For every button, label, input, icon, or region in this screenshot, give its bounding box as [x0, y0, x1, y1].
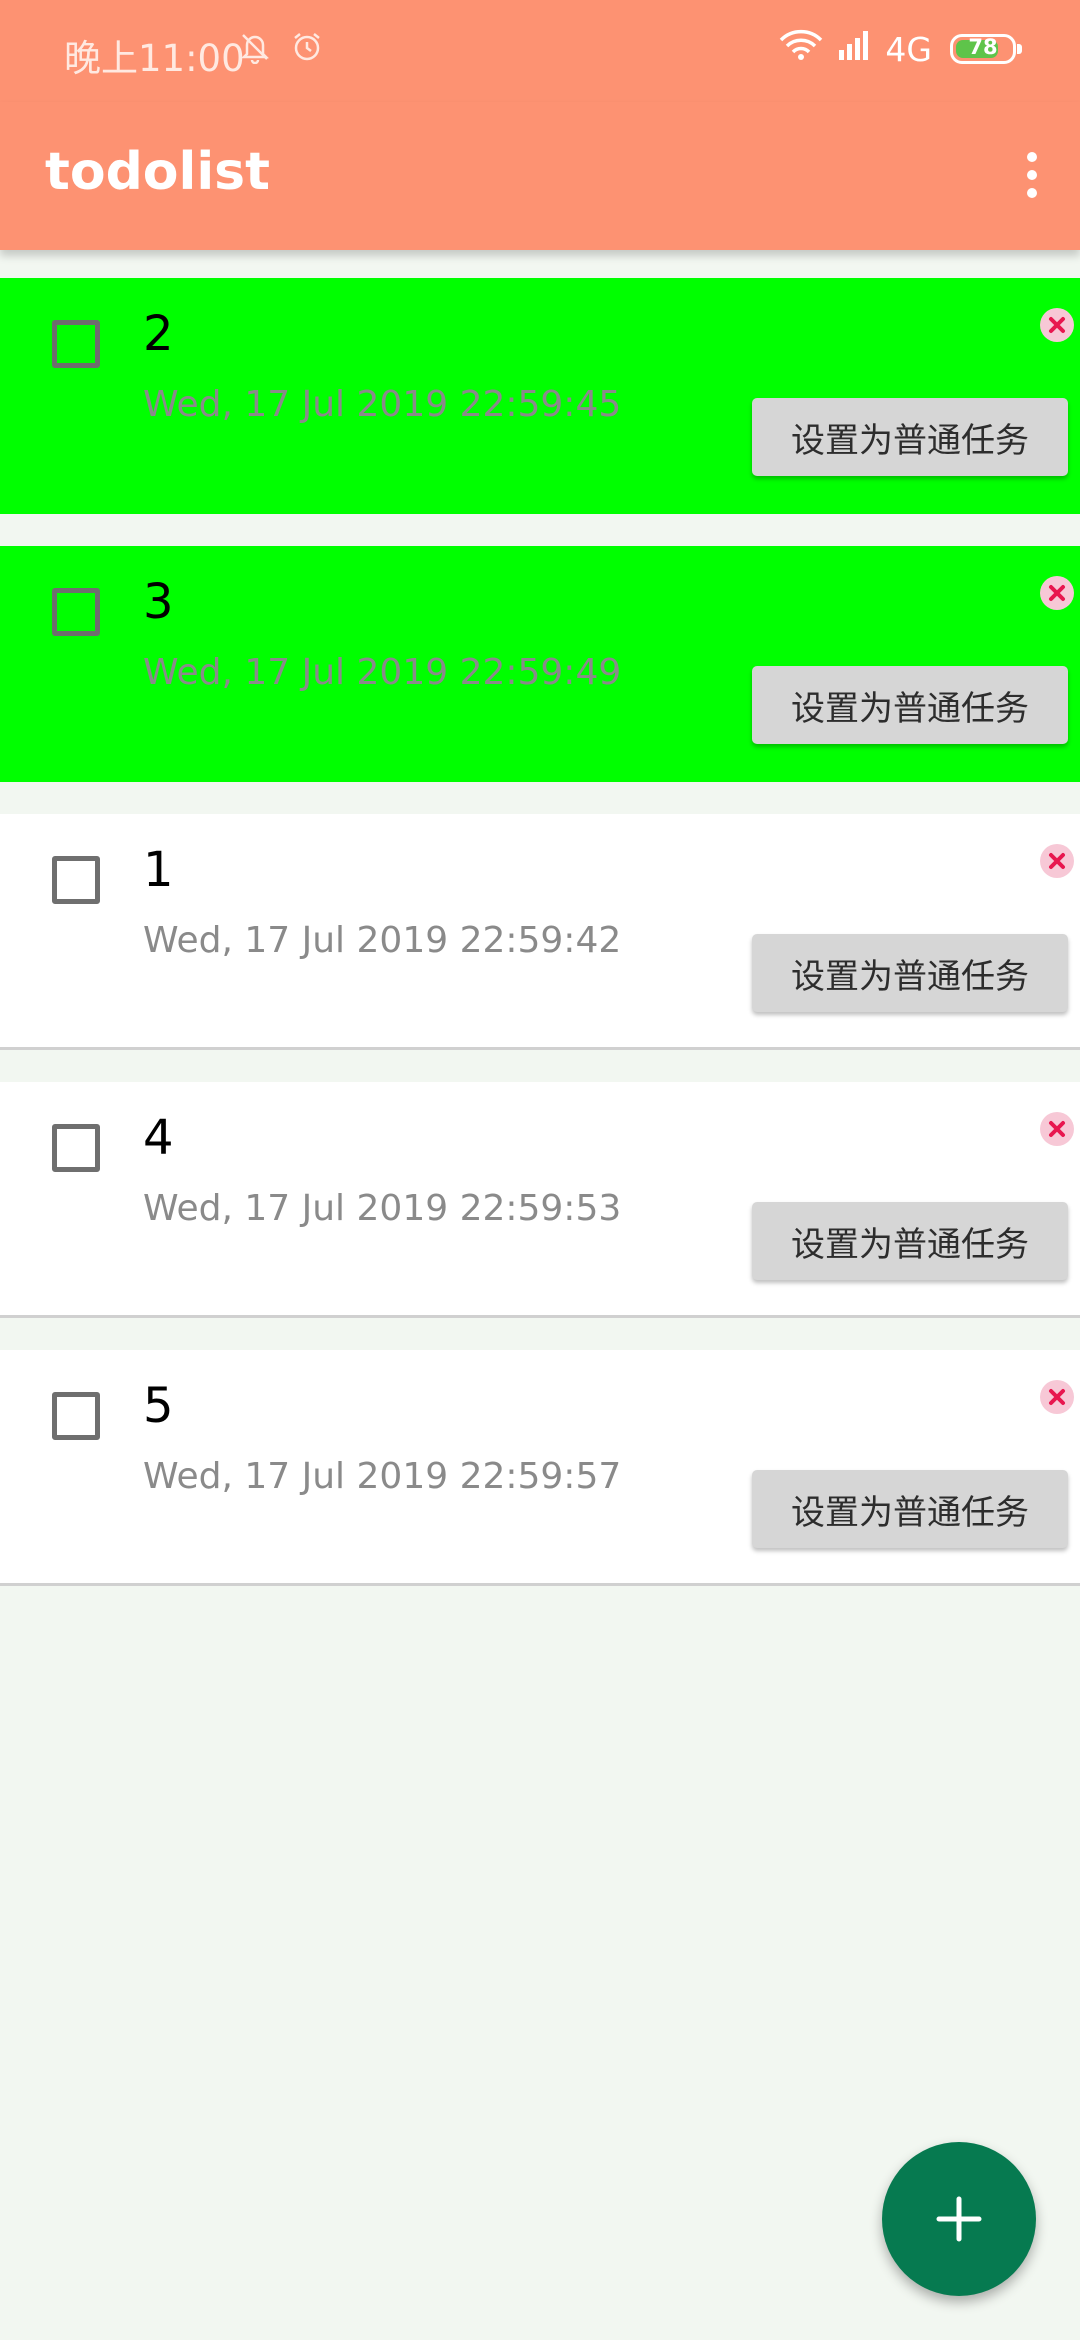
- task-timestamp: Wed, 17 Jul 2019 22:59:53: [143, 1188, 622, 1229]
- battery-icon: 78: [950, 34, 1022, 64]
- add-task-button[interactable]: [882, 2142, 1036, 2296]
- close-circle-icon[interactable]: [1040, 1380, 1074, 1414]
- task-item[interactable]: 1 Wed, 17 Jul 2019 22:59:42 设置为普通任务: [0, 814, 1080, 1050]
- task-timestamp: Wed, 17 Jul 2019 22:59:49: [143, 652, 622, 693]
- battery-level: 78: [968, 35, 998, 59]
- signal-icon: [835, 28, 875, 70]
- task-title: 4: [143, 1110, 174, 1166]
- close-circle-icon[interactable]: [1040, 576, 1074, 610]
- app-bar: todolist: [0, 102, 1080, 250]
- task-item[interactable]: 2 Wed, 17 Jul 2019 22:59:45 设置为普通任务: [0, 278, 1080, 514]
- close-circle-icon[interactable]: [1040, 308, 1074, 342]
- task-timestamp: Wed, 17 Jul 2019 22:59:45: [143, 384, 622, 425]
- task-item[interactable]: 3 Wed, 17 Jul 2019 22:59:49 设置为普通任务: [0, 546, 1080, 782]
- task-checkbox[interactable]: [52, 320, 100, 368]
- status-left-icons: [238, 30, 324, 68]
- task-item[interactable]: 5 Wed, 17 Jul 2019 22:59:57 设置为普通任务: [0, 1350, 1080, 1586]
- wifi-icon: [777, 28, 825, 70]
- task-title: 2: [143, 306, 174, 362]
- task-checkbox[interactable]: [52, 588, 100, 636]
- set-normal-task-button[interactable]: 设置为普通任务: [752, 666, 1068, 744]
- set-normal-task-button[interactable]: 设置为普通任务: [752, 398, 1068, 476]
- task-timestamp: Wed, 17 Jul 2019 22:59:57: [143, 1456, 622, 1497]
- task-list: 2 Wed, 17 Jul 2019 22:59:45 设置为普通任务 3 We…: [0, 278, 1080, 1618]
- alarm-icon: [290, 30, 324, 68]
- set-normal-task-button[interactable]: 设置为普通任务: [752, 1470, 1068, 1548]
- app-title: todolist: [45, 142, 270, 202]
- more-vert-icon[interactable]: [1020, 148, 1044, 202]
- set-normal-task-button[interactable]: 设置为普通任务: [752, 934, 1068, 1012]
- status-right: 4G 78: [777, 28, 1022, 70]
- status-bar: 晚上11:00 4G 78: [0, 0, 1080, 102]
- task-title: 3: [143, 574, 174, 630]
- plus-icon: [936, 2196, 982, 2242]
- set-normal-task-button[interactable]: 设置为普通任务: [752, 1202, 1068, 1280]
- task-timestamp: Wed, 17 Jul 2019 22:59:42: [143, 920, 622, 961]
- bell-off-icon: [238, 30, 272, 68]
- task-item[interactable]: 4 Wed, 17 Jul 2019 22:59:53 设置为普通任务: [0, 1082, 1080, 1318]
- task-title: 1: [143, 842, 174, 898]
- status-time: 晚上11:00: [64, 37, 245, 80]
- close-circle-icon[interactable]: [1040, 844, 1074, 878]
- task-title: 5: [143, 1378, 174, 1434]
- task-checkbox[interactable]: [52, 1392, 100, 1440]
- network-type: 4G: [885, 29, 932, 69]
- close-circle-icon[interactable]: [1040, 1112, 1074, 1146]
- task-checkbox[interactable]: [52, 1124, 100, 1172]
- task-checkbox[interactable]: [52, 856, 100, 904]
